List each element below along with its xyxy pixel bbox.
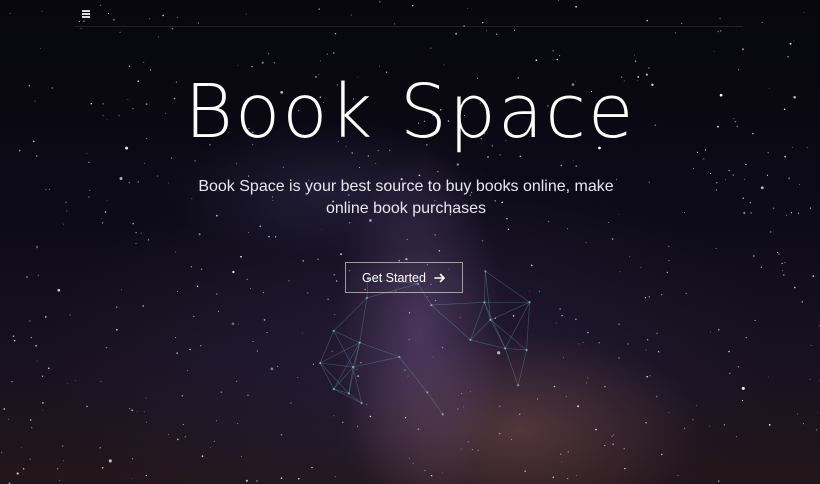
get-started-label: Get Started (362, 270, 426, 285)
hero-subtitle: Book Space is your best source to buy bo… (198, 178, 614, 217)
page-title: Book Space (184, 69, 636, 155)
hamburger-menu-icon[interactable] (81, 7, 91, 19)
get-started-button[interactable]: Get Started (345, 262, 463, 293)
hero-section: Book Space Book Space is your best sourc… (0, 0, 820, 484)
arrow-right-icon (434, 273, 445, 282)
top-navigation-bar (75, 0, 743, 27)
